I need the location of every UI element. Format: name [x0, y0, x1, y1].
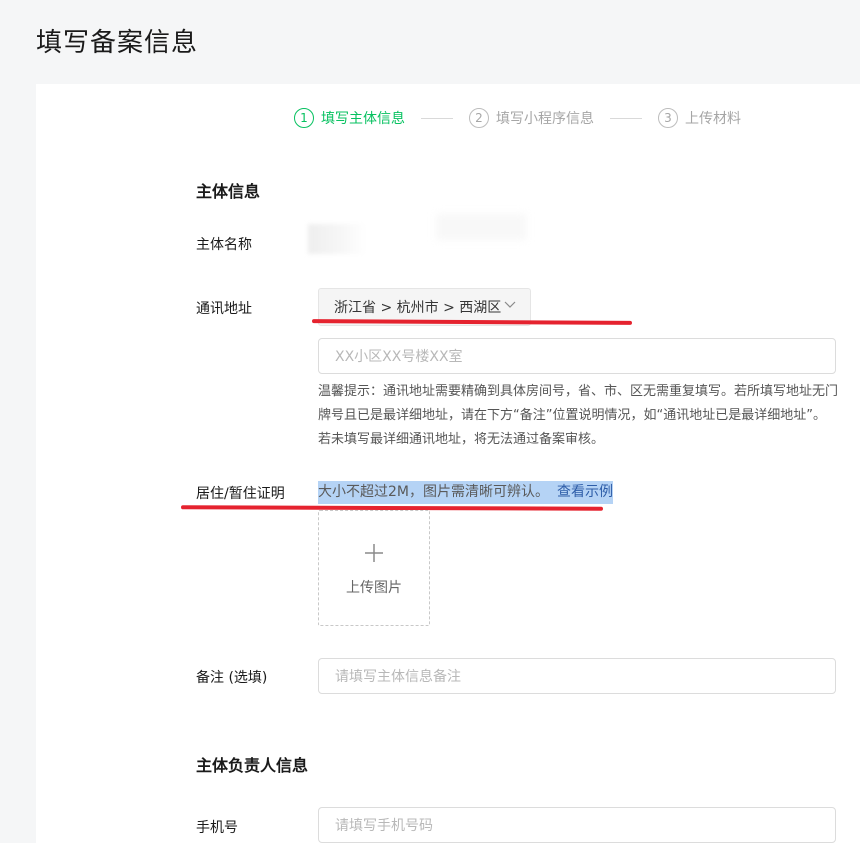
address-detail-placeholder: XX小区XX号楼XX室 — [335, 349, 463, 365]
remark-placeholder: 请填写主体信息备注 — [335, 669, 461, 685]
subject-name-value-redacted — [436, 214, 526, 240]
residence-proof-label: 居住/暂住证明 — [196, 486, 285, 502]
subject-name-value-redacted — [308, 224, 366, 254]
progress-steps: 1 填写主体信息 2 填写小程序信息 3 上传材料 — [294, 108, 741, 128]
address-label: 通讯地址 — [196, 301, 252, 317]
phone-input[interactable]: 请填写手机号码 — [318, 807, 836, 843]
step-3-label: 上传材料 — [685, 111, 741, 127]
owner-info-title: 主体负责人信息 — [196, 756, 309, 775]
upload-hint: 大小不超过2M，图片需清晰可辨认。 查看示例 — [318, 481, 613, 504]
step-1-number: 1 — [294, 108, 314, 128]
step-3-number: 3 — [658, 108, 678, 128]
form-card: 1 填写主体信息 2 填写小程序信息 3 上传材料 主体信息 主体名称 通讯地址… — [36, 84, 860, 843]
page-title: 填写备案信息 — [36, 28, 199, 58]
plus-icon — [319, 537, 429, 570]
remark-label: 备注 (选填) — [196, 670, 268, 686]
address-tip: 温馨提示：通讯地址需要精确到具体房间号，省、市、区无需重复填写。若所填写地址无门… — [318, 384, 839, 447]
step-2-number: 2 — [469, 108, 489, 128]
upload-image-label: 上传图片 — [346, 580, 402, 596]
phone-placeholder: 请填写手机号码 — [335, 818, 433, 834]
address-detail-input[interactable]: XX小区XX号楼XX室 — [318, 338, 836, 374]
step-2-label: 填写小程序信息 — [496, 111, 594, 127]
step-1: 1 填写主体信息 — [294, 108, 405, 128]
chevron-down-icon — [504, 298, 516, 313]
subject-info-title: 主体信息 — [196, 182, 261, 201]
phone-label: 手机号 — [196, 820, 238, 836]
step-3: 3 上传材料 — [658, 108, 741, 128]
subject-name-label: 主体名称 — [196, 237, 252, 253]
step-1-label: 填写主体信息 — [321, 111, 405, 127]
region-select-value: 浙江省 > 杭州市 > 西湖区 — [334, 300, 502, 316]
step-connector — [421, 117, 453, 119]
upload-hint-text: 大小不超过2M，图片需清晰可辨认。 — [318, 484, 549, 500]
upload-image-button[interactable]: 上传图片 — [318, 510, 430, 626]
remark-input[interactable]: 请填写主体信息备注 — [318, 658, 836, 694]
step-connector — [610, 117, 642, 119]
view-example-link[interactable]: 查看示例 — [557, 484, 613, 500]
step-2: 2 填写小程序信息 — [469, 108, 594, 128]
